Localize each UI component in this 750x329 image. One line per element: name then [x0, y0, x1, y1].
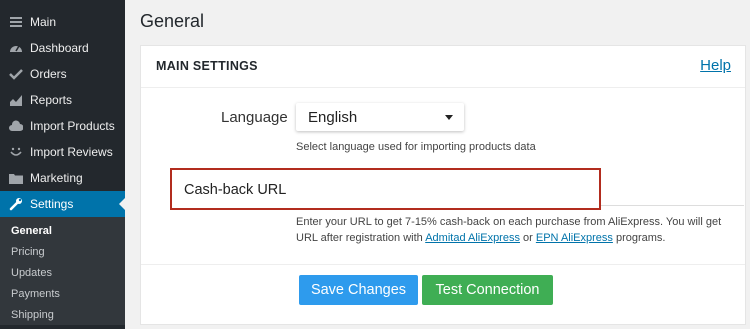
- cashback-url-label: Cash-back URL: [184, 182, 287, 198]
- language-label: Language: [221, 109, 288, 126]
- sidebar-item-marketing[interactable]: Marketing: [0, 165, 125, 191]
- wrench-icon: [8, 196, 24, 212]
- submenu-item-general[interactable]: General: [0, 220, 125, 241]
- caret-down-icon: [445, 115, 453, 120]
- menu-icon: [8, 14, 24, 30]
- submenu-item-payments[interactable]: Payments: [0, 283, 125, 304]
- folder-icon: [8, 170, 24, 186]
- sidebar-item-label: Reports: [30, 93, 73, 107]
- main-settings-panel: MAIN SETTINGS Help Language English Sele…: [140, 45, 746, 325]
- sidebar-item-label: Marketing: [30, 171, 83, 185]
- submenu-item-shipping[interactable]: Shipping: [0, 304, 125, 325]
- admitad-aliexpress-link[interactable]: Admitad AliExpress: [425, 232, 520, 244]
- cashback-url-highlight[interactable]: Cash-back URL: [170, 168, 601, 210]
- language-help-text: Select language used for importing produ…: [296, 141, 536, 153]
- language-select[interactable]: English: [296, 103, 464, 131]
- admin-sidebar: Main Dashboard Orders Reports Import Pro…: [0, 0, 125, 329]
- sidebar-item-reports[interactable]: Reports: [0, 87, 125, 113]
- settings-submenu: General Pricing Updates Payments Shippin…: [0, 217, 125, 325]
- language-select-value: English: [308, 108, 358, 126]
- sidebar-item-import-reviews[interactable]: Import Reviews: [0, 139, 125, 165]
- save-changes-button[interactable]: Save Changes: [299, 275, 418, 305]
- dashboard-icon: [8, 40, 24, 56]
- sidebar-item-label: Settings: [30, 197, 74, 211]
- sidebar-item-label: Orders: [30, 67, 67, 81]
- panel-title: MAIN SETTINGS: [156, 59, 258, 73]
- page-title: General: [140, 11, 205, 31]
- panel-divider: [141, 264, 745, 265]
- sidebar-item-main[interactable]: Main: [0, 9, 125, 35]
- checkmark-icon: [8, 66, 24, 82]
- cashback-url-input[interactable]: [601, 205, 744, 206]
- submenu-item-updates[interactable]: Updates: [0, 262, 125, 283]
- cashback-help-text: Enter your URL to get 7-15% cash-back on…: [296, 214, 741, 246]
- smile-icon: [8, 144, 24, 160]
- chart-icon: [8, 92, 24, 108]
- cashback-help-or: or: [519, 232, 536, 244]
- epn-aliexpress-link[interactable]: EPN AliExpress: [536, 232, 613, 244]
- sidebar-item-label: Main: [30, 15, 57, 29]
- sidebar-item-import-products[interactable]: Import Products: [0, 113, 125, 139]
- sidebar-item-label: Import Products: [30, 119, 115, 133]
- sidebar-item-orders[interactable]: Orders: [0, 61, 125, 87]
- sidebar-item-label: Import Reviews: [30, 145, 113, 159]
- cashback-help-part2: programs.: [612, 232, 666, 244]
- cloud-icon: [8, 118, 24, 134]
- sidebar-item-label: Dashboard: [30, 41, 89, 55]
- help-link[interactable]: Help: [700, 57, 731, 74]
- submenu-item-pricing[interactable]: Pricing: [0, 241, 125, 262]
- sidebar-item-settings[interactable]: Settings: [0, 191, 125, 217]
- panel-header: MAIN SETTINGS Help: [141, 46, 745, 88]
- sidebar-item-dashboard[interactable]: Dashboard: [0, 35, 125, 61]
- test-connection-button[interactable]: Test Connection: [422, 275, 553, 305]
